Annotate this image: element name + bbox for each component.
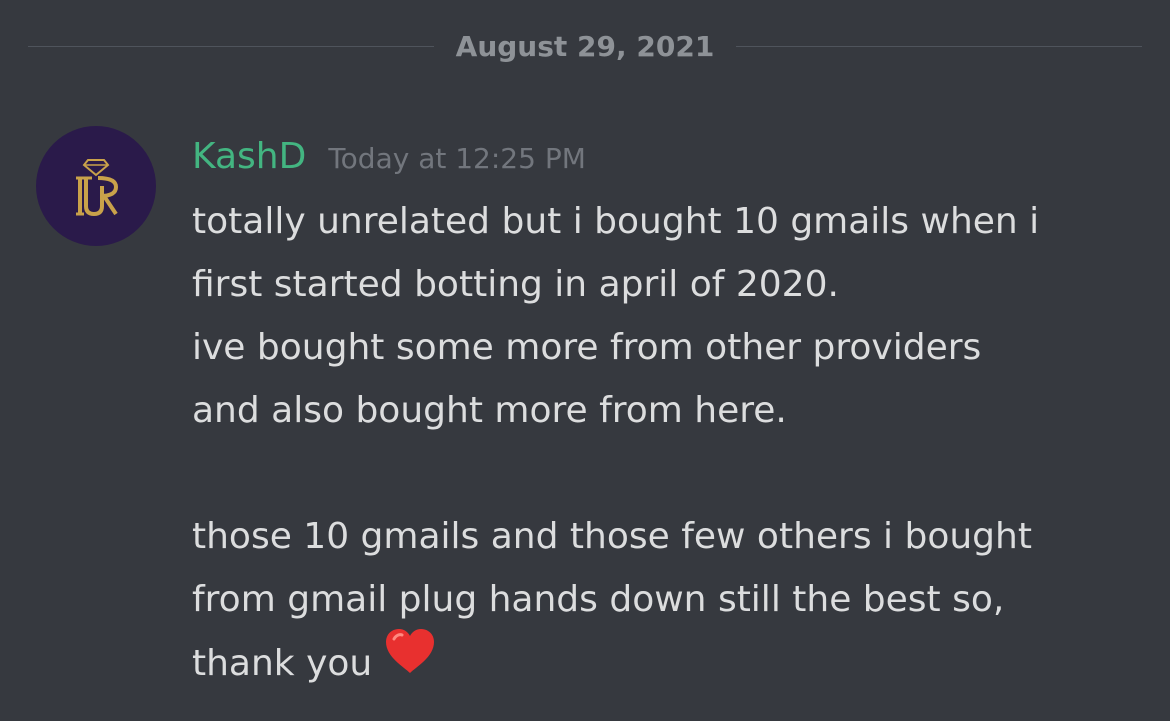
message-line: and also bought more from here.: [192, 390, 787, 431]
avatar[interactable]: [36, 126, 156, 246]
divider-line-right: [736, 46, 1142, 47]
red-heart-icon[interactable]: [384, 627, 436, 695]
message-line-blank: [192, 442, 1142, 505]
divider-line-left: [28, 46, 434, 47]
message-content: KashD Today at 12:25 PM totally unrelated…: [192, 136, 1142, 694]
message-line: from gmail plug hands down still the bes…: [192, 579, 1005, 620]
message-line: totally unrelated but i bought 10 gmails…: [192, 201, 1040, 242]
date-divider: August 29, 2021: [28, 30, 1142, 64]
crown-monogram-logo-icon: [76, 159, 119, 217]
username[interactable]: KashD: [192, 136, 306, 177]
message-header: KashD Today at 12:25 PM: [192, 136, 1142, 190]
divider-date: August 29, 2021: [455, 30, 715, 63]
message-line: those 10 gmails and those few others i b…: [192, 516, 1032, 557]
message-line-last: thank you: [192, 629, 1142, 694]
message-line: ive bought some more from other provider…: [192, 327, 982, 368]
timestamp[interactable]: Today at 12:25 PM: [328, 142, 586, 175]
message-line-text: thank you: [192, 643, 373, 684]
message-line: first started botting in april of 2020.: [192, 264, 839, 305]
message-body: totally unrelated but i bought 10 gmails…: [192, 190, 1142, 694]
